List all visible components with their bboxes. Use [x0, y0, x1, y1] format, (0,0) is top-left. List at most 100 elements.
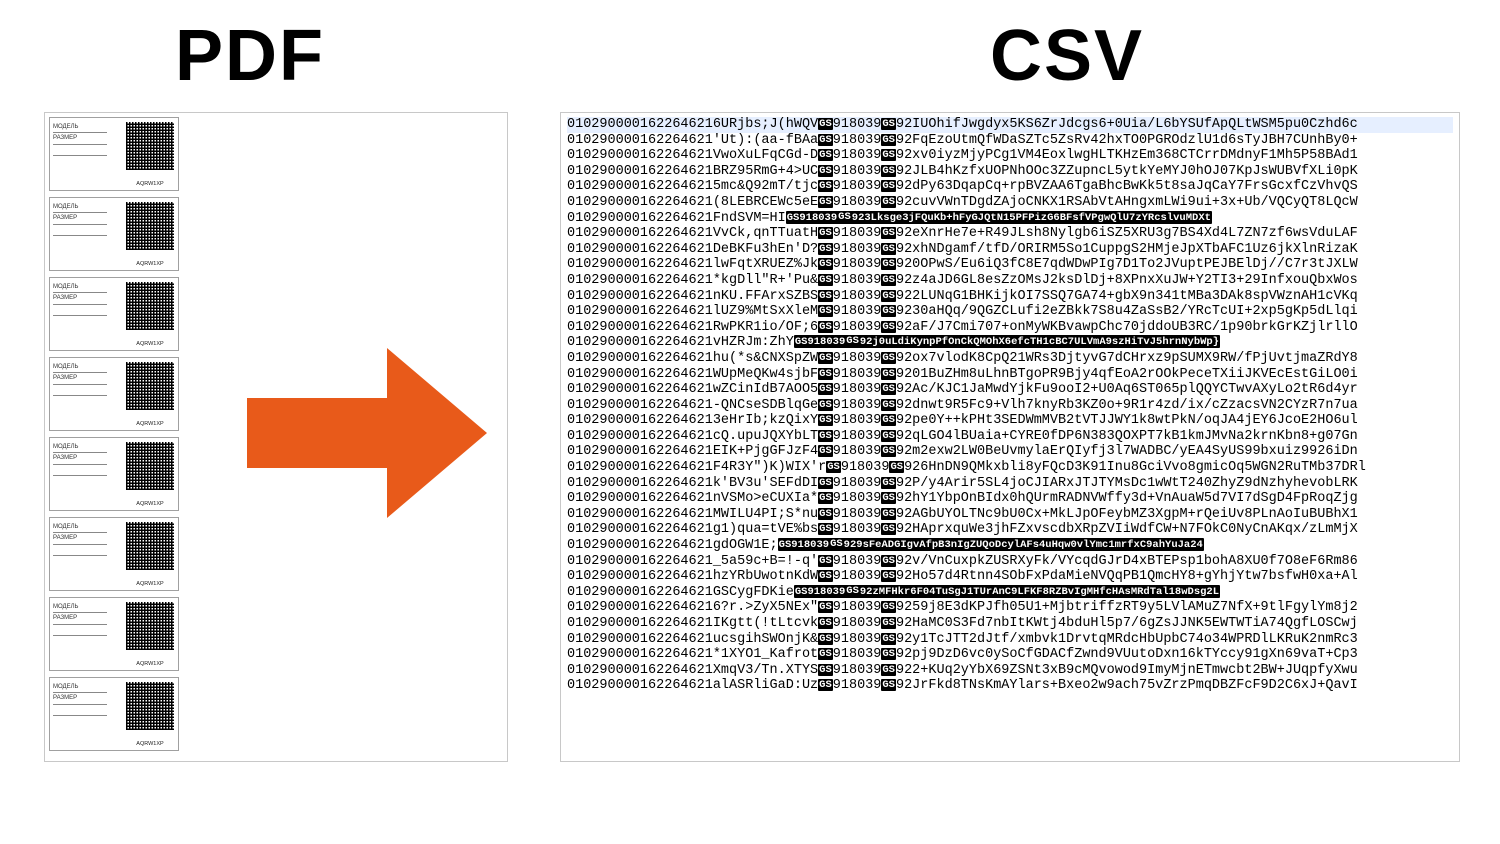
csv-line: 0102900001622646216?r.>ZyX5NEx"GS918039G… [567, 600, 1453, 616]
gs-separator-icon: GS [881, 508, 896, 520]
csv-line: 010290000162264621ucsgihSWOnjK&GS918039G… [567, 632, 1453, 648]
csv-line: 010290000162264621*kgDll"R+'Pu&GS918039G… [567, 273, 1453, 289]
csv-line: 010290000162264621F4R3Y")K)WIX'rGS918039… [567, 460, 1453, 476]
gs-separator-icon: GS [881, 601, 896, 613]
label-row: МОДЕЛЬРАЗМЕР AQRW1XP [49, 357, 179, 431]
label-row: МОДЕЛЬРАЗМЕР AQRW1XP [49, 437, 179, 511]
gs-separator-icon: GS [818, 570, 833, 582]
gs-separator-icon: GS [818, 368, 833, 380]
gs-separator-icon: GS [818, 477, 833, 489]
csv-line: 010290000162264621wZCinIdB7AOO5GS918039G… [567, 382, 1453, 398]
csv-heading: CSV [990, 15, 1144, 97]
gs-separator-icon: GS [818, 180, 833, 192]
gs-separator-icon: GS [881, 274, 896, 286]
gs-separator-icon: GS [837, 211, 852, 223]
gs-separator-icon: GS [818, 617, 833, 629]
label-row: МОДЕЛЬРАЗМЕР AQRW1XP [49, 517, 179, 591]
gs-separator-icon: GS [818, 508, 833, 520]
gs-separator-icon: GS [889, 461, 904, 473]
gs-separator-icon: GS [881, 414, 896, 426]
gs-separator-icon: GS [881, 430, 896, 442]
csv-line: 010290000162264621MWILU4PI;S*nuGS918039G… [567, 507, 1453, 523]
csv-line: 010290000162264621nKU.FFArxSZBSGS918039G… [567, 289, 1453, 305]
gs-separator-icon: GS [881, 492, 896, 504]
gs-separator-icon: GS [881, 368, 896, 380]
csv-line: 010290000162264621lUZ9%MtSxXleMGS918039G… [567, 304, 1453, 320]
gs-separator-icon: GS918039GS923Lksge3jFQuKb+hFyGJQtN15PFPi… [786, 211, 1212, 224]
gs-separator-icon: GS [881, 555, 896, 567]
csv-panel: 0102900001622646216URjbs;J(hWQVGS918039G… [560, 112, 1460, 762]
gs-separator-icon: GS [881, 258, 896, 270]
gs-separator-icon: GS [881, 352, 896, 364]
gs-separator-icon: GS918039GS92j0uLdiKynpPfOnCkQMOhX6efcTH1… [794, 335, 1220, 348]
gs-separator-icon: GS [818, 492, 833, 504]
gs-separator-icon: GS [881, 165, 896, 177]
gs-separator-icon: GS [881, 617, 896, 629]
csv-line: 010290000162264621WUpMeQKw4sjbFGS918039G… [567, 367, 1453, 383]
gs-separator-icon: GS [826, 461, 841, 473]
pdf-heading: PDF [175, 15, 325, 97]
qr-caption: AQRW1XP [126, 261, 174, 267]
csv-line: 010290000162264621BRZ95RmG+4>UCGS918039G… [567, 164, 1453, 180]
qr-caption: AQRW1XP [126, 181, 174, 187]
gs-separator-icon: GS [881, 523, 896, 535]
gs-separator-icon: GS [818, 664, 833, 676]
csv-line: 010290000162264621IKgtt(!tLtcvkGS918039G… [567, 616, 1453, 632]
csv-line: 010290000162264621_5a59c+B=!-q'GS918039G… [567, 554, 1453, 570]
gs-separator-icon: GS [881, 445, 896, 457]
gs-separator-icon: GS [818, 555, 833, 567]
gs-separator-icon: GS [881, 664, 896, 676]
gs-separator-icon: GS [818, 523, 833, 535]
label-row: МОДЕЛЬРАЗМЕР AQRW1XP [49, 117, 179, 191]
csv-line: 010290000162264621alASRliGaD:UzGS918039G… [567, 678, 1453, 694]
gs-separator-icon: GS [818, 399, 833, 411]
gs-separator-icon: GS [881, 149, 896, 161]
csv-line: 010290000162264621lwFqtXRUEZ%JkGS918039G… [567, 257, 1453, 273]
qr-code [126, 122, 174, 170]
csv-line: 010290000162264621cQ.upuJQXYbLTGS918039G… [567, 429, 1453, 445]
label-row: МОДЕЛЬРАЗМЕР AQRW1XP [49, 277, 179, 351]
label-fields: МОДЕЛЬРАЗМЕР [50, 118, 110, 190]
csv-line: 010290000162264621GSCygFDKieGS918039GS92… [567, 585, 1453, 601]
gs-separator-icon: GS [818, 648, 833, 660]
gs-separator-icon: GS [881, 633, 896, 645]
csv-line: 010290000162264621(8LEBRCEWc5eEGS918039G… [567, 195, 1453, 211]
label-row: МОДЕЛЬРАЗМЕР AQRW1XP [49, 197, 179, 271]
gs-separator-icon: GS [829, 538, 844, 550]
gs-separator-icon: GS [818, 383, 833, 395]
arrow-icon [247, 348, 487, 518]
gs-separator-icon: GS [881, 570, 896, 582]
gs-separator-icon: GS [881, 399, 896, 411]
gs-separator-icon: GS [818, 118, 833, 130]
gs-separator-icon: GS [818, 445, 833, 457]
qr-code [126, 522, 174, 570]
csv-line: 010290000162264621-QNCseSDBlqGeGS918039G… [567, 398, 1453, 414]
csv-line: 010290000162264621hzYRbUwotnKdWGS918039G… [567, 569, 1453, 585]
csv-line: 0102900001622646216URjbs;J(hWQVGS918039G… [567, 117, 1453, 133]
gs-separator-icon: GS918039GS92zMFHkr6F04TuSgJ1TUrAnC9LFKF8… [794, 585, 1220, 598]
gs-separator-icon: GS [818, 290, 833, 302]
gs-separator-icon: GS [881, 118, 896, 130]
csv-line: 010290000162264621FndSVM=HIGS918039GS923… [567, 211, 1453, 227]
label-fields: МОДЕЛЬРАЗМЕР [50, 678, 110, 750]
gs-separator-icon: GS [818, 414, 833, 426]
csv-line: 010290000162264621RwPKR1io/OF;6GS918039G… [567, 320, 1453, 336]
gs-separator-icon: GS [845, 335, 860, 347]
gs-separator-icon: GS [881, 321, 896, 333]
gs-separator-icon: GS [818, 227, 833, 239]
qr-caption: AQRW1XP [126, 421, 174, 427]
qr-caption: AQRW1XP [126, 581, 174, 587]
gs-separator-icon: GS [818, 305, 833, 317]
gs-separator-icon: GS [881, 679, 896, 691]
csv-line: 010290000162264621VwoXuLFqCGd-DGS918039G… [567, 148, 1453, 164]
gs-separator-icon: GS [881, 383, 896, 395]
label-row: МОДЕЛЬРАЗМЕР AQRW1XP [49, 597, 179, 671]
qr-code [126, 282, 174, 330]
gs-separator-icon: GS [818, 196, 833, 208]
gs-separator-icon: GS [818, 679, 833, 691]
gs-separator-icon: GS [845, 585, 860, 597]
qr-caption: AQRW1XP [126, 501, 174, 507]
qr-caption: AQRW1XP [126, 341, 174, 347]
gs-separator-icon: GS [818, 633, 833, 645]
csv-line: 010290000162264621EIK+PjgGFJzF4GS918039G… [567, 444, 1453, 460]
